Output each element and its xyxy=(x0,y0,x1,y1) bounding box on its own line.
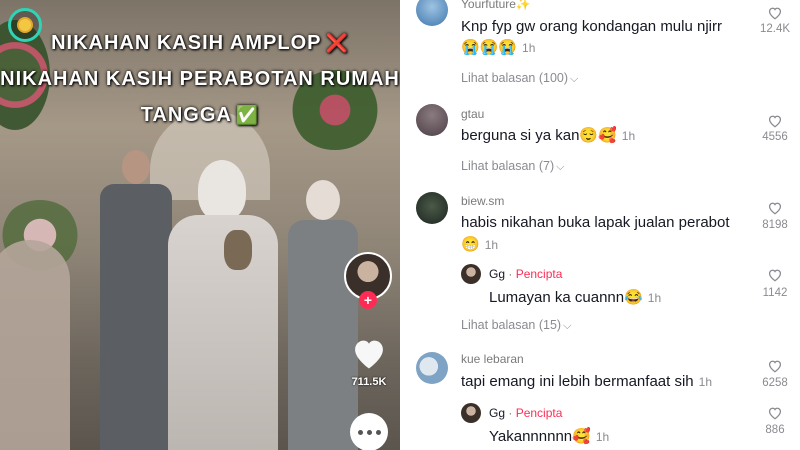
reply-text: Lumayan ka cuannn😂 1h xyxy=(489,288,661,306)
live-coin-icon xyxy=(17,17,33,33)
follow-button[interactable]: + xyxy=(359,291,377,309)
reply-body: Yakannnnnn🥰 xyxy=(489,428,591,445)
comment-body: berguna si ya kan😌🥰 xyxy=(461,127,617,144)
view-replies-label: Lihat balasan (15) xyxy=(461,318,562,332)
chevron-down-icon: ⌵ xyxy=(563,320,572,332)
comment-emoji: 😁 xyxy=(461,236,480,253)
video-player[interactable]: NIKAHAN KASIH AMPLOP ❌ NIKAHAN KASIH PERA… xyxy=(0,0,400,450)
comment-text: habis nikahan buka lapak jualan perabot xyxy=(461,214,730,231)
reply-time: 1h xyxy=(595,430,610,444)
reply-separator: · xyxy=(508,406,513,420)
comment-emoji: 😭😭😭 xyxy=(461,39,518,56)
video-caption-line-1: NIKAHAN KASIH AMPLOP ❌ xyxy=(0,32,400,55)
caption-text: NIKAHAN KASIH PERABOTAN RUMAH xyxy=(0,68,400,90)
comment-body: habis nikahan buka lapak jualan perabot xyxy=(461,214,730,231)
reply-author-name: Gg xyxy=(489,267,506,281)
comment-username[interactable]: kue lebaran xyxy=(461,352,524,366)
creator-tag: Pencipta xyxy=(515,406,563,420)
creator-reply-avatar[interactable] xyxy=(461,264,481,284)
avatar[interactable] xyxy=(416,104,448,136)
heart-icon[interactable] xyxy=(767,359,783,373)
chevron-down-icon: ⌵ xyxy=(556,161,565,173)
comment-like-count: 6258 xyxy=(762,377,788,389)
view-replies-link[interactable]: Lihat balasan (7) ⌵ xyxy=(461,159,564,174)
comment-time: 1h xyxy=(484,238,499,252)
reply-time: 1h xyxy=(647,291,662,305)
heart-icon[interactable] xyxy=(350,336,388,370)
reply-author-name: Gg xyxy=(489,406,506,420)
comments-panel[interactable]: Yourfuture✨ Knp fyp gw orang kondangan m… xyxy=(400,0,800,450)
video-caption-line-2: NIKAHAN KASIH PERABOTAN RUMAH xyxy=(0,68,400,91)
creator-tag: Pencipta xyxy=(515,267,563,281)
comment-body: Knp fyp gw orang kondangan mulu njirr xyxy=(461,18,722,35)
caption-text: NIKAHAN KASIH AMPLOP xyxy=(51,32,322,54)
comment-like-count: 8198 xyxy=(762,219,788,231)
reply-text: Yakannnnnn🥰 1h xyxy=(489,427,609,445)
view-replies-label: Lihat balasan (7) xyxy=(461,159,555,173)
comment-username[interactable]: biew.sm xyxy=(461,194,504,208)
comment-text: berguna si ya kan😌🥰 1h xyxy=(461,126,635,144)
comment-dots-icon[interactable] xyxy=(350,413,388,450)
comment-like-count: 12.4K xyxy=(759,23,791,35)
cross-icon: ❌ xyxy=(325,33,349,53)
reply-separator: · xyxy=(508,267,513,281)
reply-body: Lumayan ka cuannn😂 xyxy=(489,289,643,306)
comment-time: 1h xyxy=(621,129,636,143)
heart-icon[interactable] xyxy=(767,201,783,215)
foreground-figure xyxy=(0,240,70,450)
check-icon: ✅ xyxy=(235,105,260,125)
reply-like-count: 886 xyxy=(765,424,785,436)
comment-text: Knp fyp gw orang kondangan mulu njirr xyxy=(461,18,722,35)
groom-figure xyxy=(100,150,172,450)
comment-like-count: 4556 xyxy=(762,131,788,143)
caption-text: TANGGA xyxy=(140,104,232,126)
comment-time: 1h xyxy=(698,375,712,389)
heart-icon[interactable] xyxy=(767,268,783,282)
bride-figure xyxy=(168,160,278,450)
reply-author[interactable]: Gg · Pencipta xyxy=(489,406,562,420)
reply-author[interactable]: Gg · Pencipta xyxy=(489,267,562,281)
comment-body: tapi emang ini lebih bermanfaat sih xyxy=(461,373,694,390)
view-replies-link[interactable]: Lihat balasan (15) ⌵ xyxy=(461,318,571,333)
heart-icon[interactable] xyxy=(767,114,783,128)
guest-figure xyxy=(288,180,358,450)
comment-username[interactable]: gtau xyxy=(461,107,484,121)
video-caption-line-3: TANGGA ✅ xyxy=(0,104,400,127)
heart-icon[interactable] xyxy=(767,406,783,420)
avatar[interactable] xyxy=(416,0,448,26)
comment-text-line-2: 😭😭😭 1h xyxy=(461,38,535,56)
creator-reply-avatar[interactable] xyxy=(461,403,481,423)
comment-text: tapi emang ini lebih bermanfaat sih 1h xyxy=(461,373,712,390)
comment-username[interactable]: Yourfuture✨ xyxy=(461,0,531,11)
avatar[interactable] xyxy=(416,352,448,384)
comment-time: 1h xyxy=(522,41,536,55)
comment-text-line-2: 😁 1h xyxy=(461,235,498,253)
view-replies-label: Lihat balasan (100) xyxy=(461,71,569,85)
chevron-down-icon: ⌵ xyxy=(570,73,579,85)
avatar[interactable] xyxy=(416,192,448,224)
like-count: 711.5K xyxy=(351,376,387,388)
view-replies-link[interactable]: Lihat balasan (100) ⌵ xyxy=(461,71,578,86)
heart-icon[interactable] xyxy=(767,6,783,20)
reply-like-count: 1142 xyxy=(762,287,788,299)
